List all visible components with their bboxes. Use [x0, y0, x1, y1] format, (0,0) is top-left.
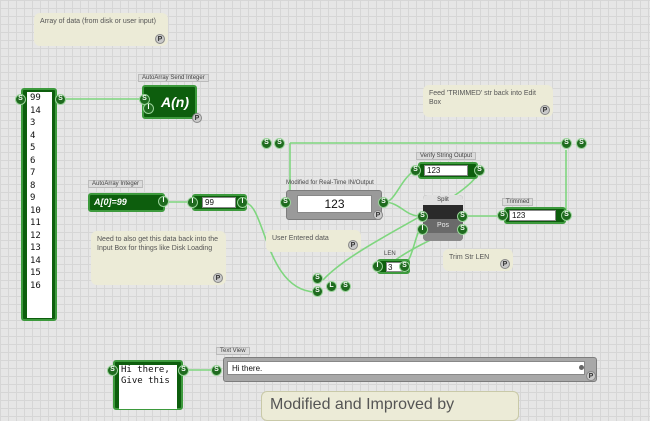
note-pin-icon: P	[348, 240, 358, 250]
note-pin-icon: P	[540, 105, 550, 115]
array-list-box[interactable]: 99 14 3 4 5 6 7 8 9 10 11 12 13 14 15 16	[27, 92, 52, 318]
realtime-out-port-icon[interactable]: S	[378, 197, 389, 208]
auto-integer-text: A[0]=99	[94, 197, 127, 207]
text-view-label: Text View	[216, 347, 250, 355]
split-bottom	[423, 233, 463, 241]
note-pin-icon: P	[500, 259, 510, 269]
verify-in-port-icon[interactable]: S	[410, 165, 421, 176]
note-user-entered-text: User Entered data	[272, 235, 329, 242]
note-feed-trimmed: Feed 'TRIMMED' str back into Edit Box P	[423, 85, 553, 117]
array-list-row[interactable]: 4	[30, 130, 52, 143]
text-view-in-port-icon[interactable]: S	[211, 365, 222, 376]
array-list-row[interactable]: 15	[30, 267, 52, 280]
split-s-out-port-icon[interactable]: S	[457, 211, 468, 222]
text-list-in-port-icon[interactable]: S	[107, 365, 118, 376]
realtime-pin-icon: P	[373, 210, 383, 220]
merge-s-port-icon[interactable]: S	[312, 273, 323, 284]
loop-left-port-icon-2[interactable]: S	[274, 138, 285, 149]
array-list-row[interactable]: 99	[30, 92, 52, 105]
loop-right-port-icon[interactable]: S	[561, 138, 572, 149]
text-view-module[interactable]: Hi there. P	[223, 357, 597, 382]
array-list-row[interactable]: 16	[30, 280, 52, 293]
send-integer-module[interactable]: A(n)	[142, 85, 197, 119]
int-box-out-port-icon[interactable]: I	[237, 197, 248, 208]
array-list-row[interactable]: 9	[30, 192, 52, 205]
array-list-row[interactable]: 14	[30, 105, 52, 118]
loop-right-port-icon-2[interactable]: S	[576, 138, 587, 149]
wire-realtime-to-split	[384, 201, 419, 217]
array-list-row[interactable]: 6	[30, 155, 52, 168]
note-need-data-back: Need to also get this data back into the…	[91, 231, 226, 285]
array-list-row[interactable]: 12	[30, 230, 52, 243]
text-list-line: Give this	[121, 376, 170, 386]
realtime-label: Modified for Real-Time IN/Output	[286, 180, 374, 186]
auto-integer-module[interactable]: A[0]=99	[88, 193, 165, 212]
realtime-edit-box[interactable]: 123	[297, 195, 372, 213]
len-label: LEN	[384, 251, 396, 257]
note-modified-improved: Modified and Improved by	[261, 391, 519, 421]
auto-integer-i-port-icon[interactable]: I	[158, 196, 169, 207]
trimmed-out-port-icon[interactable]: S	[561, 210, 572, 221]
text-view-scroll-handle[interactable]	[579, 365, 584, 370]
note-need-data-back-text: Need to also get this data back into the…	[97, 236, 219, 252]
loop-left-port-icon[interactable]: S	[261, 138, 272, 149]
text-list-box[interactable]: Hi there, Give this	[119, 365, 177, 409]
trimmed-field[interactable]: 123	[509, 210, 556, 221]
array-list-row[interactable]: 5	[30, 142, 52, 155]
array-list-row[interactable]: 10	[30, 205, 52, 218]
note-trim-len-text: Trim Str LEN	[449, 254, 490, 261]
array-list-row[interactable]: 8	[30, 180, 52, 193]
note-feed-trimmed-text: Feed 'TRIMMED' str back into Edit Box	[429, 90, 536, 106]
text-view-field[interactable]: Hi there.	[227, 361, 585, 375]
merge-s-port-icon-2[interactable]: S	[312, 286, 323, 297]
len-out-port-icon[interactable]: S	[399, 261, 410, 272]
auto-integer-label: AutoArray Integer	[88, 180, 144, 188]
len-in-port-icon[interactable]: I	[372, 261, 383, 272]
send-integer-i-port-icon[interactable]: I	[143, 103, 154, 114]
note-pin-icon: P	[213, 273, 223, 283]
trimmed-module[interactable]: 123	[504, 207, 566, 224]
array-list-row[interactable]: 7	[30, 167, 52, 180]
trimmed-label: Trimmed	[502, 198, 534, 206]
array-list-row[interactable]: 14	[30, 255, 52, 268]
array-list-out-port-icon[interactable]: S	[55, 94, 66, 105]
int-box-field[interactable]: 99	[202, 197, 236, 208]
note-pin-icon: P	[155, 34, 165, 44]
split-i-in-port-icon[interactable]: I	[417, 224, 428, 235]
array-list-in-port-icon[interactable]: S	[15, 94, 26, 105]
note-array-of-data-text: Array of data (from disk or user input)	[40, 18, 156, 25]
text-list-line: Hi there,	[121, 365, 170, 375]
send-integer-pin-icon: P	[192, 113, 202, 123]
array-list-row[interactable]: 13	[30, 242, 52, 255]
note-user-entered: User Entered data P	[266, 230, 361, 252]
verify-field[interactable]: 123	[424, 165, 468, 176]
split-s-in-port-icon[interactable]: S	[417, 211, 428, 222]
realtime-module[interactable]: 123 P	[286, 190, 383, 220]
note-array-of-data: Array of data (from disk or user input) …	[34, 13, 168, 46]
text-list-module[interactable]: Hi there, Give this	[113, 360, 183, 410]
realtime-in-port-icon[interactable]: S	[280, 197, 291, 208]
split-label: Split	[423, 195, 463, 205]
text-list-out-port-icon[interactable]: S	[178, 365, 189, 376]
note-trim-len: Trim Str LEN P	[443, 249, 513, 271]
merge-out-port-icon[interactable]: S	[340, 281, 351, 292]
verify-module[interactable]: 123	[418, 162, 478, 179]
verify-label: Verify String Output	[416, 152, 477, 160]
trimmed-in-port-icon[interactable]: S	[497, 210, 508, 221]
array-list-row[interactable]: 11	[30, 217, 52, 230]
note-modified-improved-text: Modified and Improved by	[270, 396, 455, 413]
verify-out-port-icon[interactable]: S	[474, 165, 485, 176]
split-s-out-port-icon-2[interactable]: S	[457, 224, 468, 235]
array-list-module[interactable]: 99 14 3 4 5 6 7 8 9 10 11 12 13 14 15 16	[21, 88, 57, 321]
send-integer-text: A(n)	[161, 94, 189, 110]
int-box-in-port-icon[interactable]: I	[187, 197, 198, 208]
merge-l-port-icon[interactable]: L	[326, 281, 337, 292]
send-integer-label: AutoArray Send Integer	[138, 74, 209, 82]
wire-realtime-to-verify	[384, 169, 416, 203]
text-view-pin-icon: P	[586, 371, 596, 381]
array-list-row[interactable]: 3	[30, 117, 52, 130]
